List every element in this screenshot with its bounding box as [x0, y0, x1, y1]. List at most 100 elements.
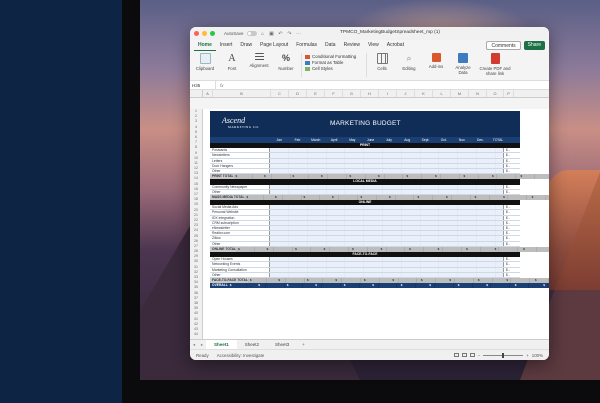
section-total-row[interactable]: FACE-TO-FACE TOTAL $ $ $ $ $ $ $ $ $ $ $ …: [210, 277, 549, 284]
row-total-cell[interactable]: $ -: [503, 257, 520, 262]
row-total-cell[interactable]: $ -: [503, 153, 520, 158]
zoom-in-icon[interactable]: +: [526, 353, 529, 358]
row-total-cell[interactable]: $ -: [503, 184, 520, 189]
clipboard-button[interactable]: Clipboard: [193, 53, 217, 71]
column-header[interactable]: H: [361, 90, 379, 97]
tab-formulas[interactable]: Formulas: [292, 40, 321, 51]
row-total-cell[interactable]: $ -: [503, 205, 520, 210]
row-total-cell[interactable]: $ -: [503, 267, 520, 272]
row-total-cell[interactable]: $ -: [503, 236, 520, 241]
create-pdf-button[interactable]: Create PDF and share link: [478, 53, 512, 76]
month-input-cells[interactable]: [270, 148, 503, 153]
addins-button[interactable]: Add-ins: [424, 53, 448, 69]
conditional-formatting-button[interactable]: Conditional Formatting: [305, 54, 363, 59]
fx-icon[interactable]: fx: [216, 83, 228, 88]
month-input-cells[interactable]: [270, 168, 503, 174]
line-item-label[interactable]: Personal Website: [210, 210, 270, 215]
row-total-cell[interactable]: $ -: [503, 262, 520, 267]
row-total-cell[interactable]: $ -: [503, 272, 520, 277]
overall-totals-row[interactable]: OVERALL TOTALS $ $ $ $ $ $ $ $ $ $ $ $ $: [210, 283, 549, 292]
section-total-cells[interactable]: $ $ $ $ $ $ $ $ $ $ $ $ $: [247, 277, 549, 284]
column-header[interactable]: D: [289, 90, 307, 97]
select-all-corner[interactable]: [190, 90, 203, 97]
sheet-tab-3[interactable]: Sheet3: [267, 340, 297, 350]
tab-home[interactable]: Home: [194, 40, 216, 51]
column-header[interactable]: G: [343, 90, 361, 97]
sheet-prev-icon[interactable]: ◂: [190, 342, 198, 348]
home-icon[interactable]: ⌂: [260, 31, 266, 37]
line-item-label[interactable]: IDX integration: [210, 215, 270, 220]
row-total-cell[interactable]: $ -: [503, 241, 520, 246]
month-input-cells[interactable]: [270, 241, 503, 246]
column-header[interactable]: O: [487, 90, 504, 97]
month-input-cells[interactable]: [270, 184, 503, 189]
cell-styles-button[interactable]: Cell Styles: [305, 66, 363, 71]
column-header[interactable]: E: [307, 90, 325, 97]
analyze-data-button[interactable]: Analyze Data: [451, 53, 475, 75]
line-item-label[interactable]: Other: [210, 168, 270, 174]
row-total-cell[interactable]: $ -: [503, 168, 520, 174]
comments-button[interactable]: Comments: [486, 41, 521, 50]
zoom-out-icon[interactable]: −: [478, 353, 481, 358]
column-header[interactable]: M: [451, 90, 469, 97]
cells-button[interactable]: Cells: [370, 53, 394, 71]
zoom-window-button[interactable]: [210, 31, 215, 36]
month-input-cells[interactable]: [270, 215, 503, 220]
sheet-next-icon[interactable]: ▸: [198, 342, 206, 348]
month-input-cells[interactable]: [270, 189, 503, 194]
alignment-button[interactable]: Alignment: [247, 53, 271, 68]
row-total-cell[interactable]: $ -: [503, 210, 520, 215]
month-input-cells[interactable]: [270, 231, 503, 236]
column-header[interactable]: P: [504, 90, 514, 97]
column-header[interactable]: B: [213, 90, 271, 97]
column-header[interactable]: K: [415, 90, 433, 97]
number-button[interactable]: % Number: [274, 53, 298, 72]
column-header[interactable]: L: [433, 90, 451, 97]
line-item-label[interactable]: Realtor.com: [210, 231, 270, 236]
line-item-label[interactable]: Door Hangers: [210, 163, 270, 168]
column-header[interactable]: I: [379, 90, 397, 97]
line-item-label[interactable]: Community Newspaper: [210, 184, 270, 189]
page-layout-view-icon[interactable]: [461, 353, 467, 357]
tab-insert[interactable]: Insert: [216, 40, 237, 51]
tab-review[interactable]: Review: [340, 40, 364, 51]
month-input-cells[interactable]: [270, 226, 503, 231]
row-total-cell[interactable]: $ -: [503, 189, 520, 194]
month-input-cells[interactable]: [270, 158, 503, 163]
section-total-row[interactable]: ONLINE TOTAL$ $ $ $ $ $ $ $ $ $ $ $ $: [210, 246, 549, 252]
line-item-label[interactable]: CRM subscription: [210, 220, 270, 225]
line-item-label[interactable]: Newsletters: [210, 153, 270, 158]
redo-icon[interactable]: ↷: [287, 31, 293, 37]
month-input-cells[interactable]: [270, 267, 503, 272]
add-sheet-icon[interactable]: +: [297, 342, 310, 347]
column-header[interactable]: N: [469, 90, 487, 97]
month-input-cells[interactable]: [270, 272, 503, 277]
section-total-cells[interactable]: $ $ $ $ $ $ $ $ $ $ $ $ $: [233, 174, 549, 180]
column-header[interactable]: F: [325, 90, 343, 97]
row-total-cell[interactable]: $ -: [503, 226, 520, 231]
column-header[interactable]: C: [271, 90, 289, 97]
save-icon[interactable]: ▣: [269, 31, 275, 37]
line-item-label[interactable]: Letters: [210, 158, 270, 163]
row-total-cell[interactable]: $ -: [503, 215, 520, 220]
section-total-cells[interactable]: $ $ $ $ $ $ $ $ $ $ $ $ $: [244, 194, 549, 201]
accessibility-status[interactable]: Accessibility: Investigate: [217, 353, 265, 358]
row-total-cell[interactable]: $ -: [503, 220, 520, 225]
month-input-cells[interactable]: [270, 210, 503, 215]
line-item-label[interactable]: Social Media Ads: [210, 205, 270, 210]
share-button[interactable]: Share: [523, 41, 545, 50]
font-button[interactable]: A Font: [220, 53, 244, 72]
line-item-label[interactable]: Marketing Consultation: [210, 267, 270, 272]
line-item-label[interactable]: Networking Events: [210, 262, 270, 267]
line-item-label[interactable]: Open Houses: [210, 257, 270, 262]
overall-totals-cells[interactable]: $ $ $ $ $ $ $ $ $ $ $ $ $: [227, 283, 549, 289]
close-window-button[interactable]: [194, 31, 199, 36]
line-item-label[interactable]: Other: [210, 272, 270, 277]
normal-view-icon[interactable]: [453, 353, 459, 357]
sheet-tab-1[interactable]: Sheet1: [206, 339, 237, 350]
column-header[interactable]: A: [203, 90, 213, 97]
line-item-label[interactable]: Postcards: [210, 148, 270, 153]
autosave-toggle[interactable]: [246, 31, 257, 36]
format-as-table-button[interactable]: Format as Table: [305, 60, 363, 65]
line-item-label[interactable]: Zillow: [210, 236, 270, 241]
